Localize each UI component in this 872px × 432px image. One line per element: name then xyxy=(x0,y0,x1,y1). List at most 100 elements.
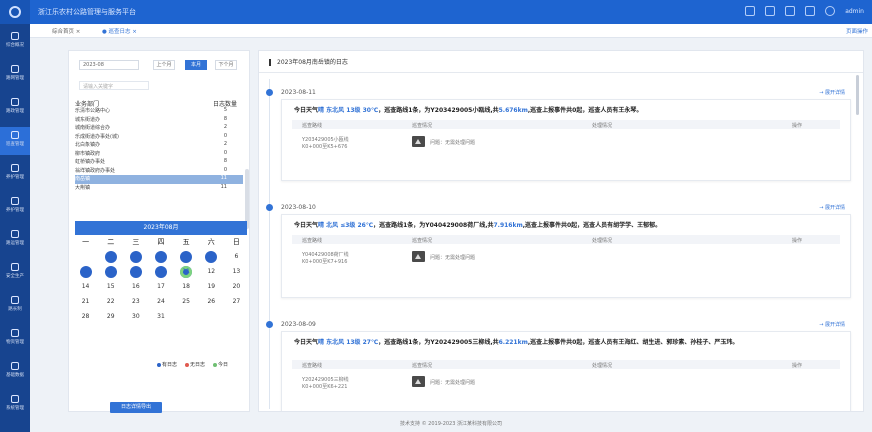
calendar-day[interactable]: 17 xyxy=(155,281,167,293)
sidebar-item-8[interactable]: 路长制 xyxy=(0,292,30,320)
calendar-day[interactable]: 29 xyxy=(105,311,117,323)
dept-name: 城南街道综合办 xyxy=(75,125,111,131)
dept-row[interactable]: 柳市镇政府 0 xyxy=(75,150,243,159)
sidebar-item-10[interactable]: 基础数据 xyxy=(0,358,30,386)
column-header: 巡查路线 xyxy=(302,238,323,244)
calendar-day[interactable]: 3 xyxy=(154,250,167,263)
log-entry: 2023-08-10 → 展开详情 今日天气晴 北风 ≤3级 26℃，巡查路线1条，… xyxy=(265,204,855,302)
calendar-day[interactable]: 11 xyxy=(180,265,193,278)
calendar-day[interactable]: 2 xyxy=(129,250,142,263)
calendar-day[interactable]: 8 xyxy=(104,265,117,278)
calendar-day[interactable]: 20 xyxy=(230,281,242,293)
sidebar-item-label: 基础数据 xyxy=(6,373,24,378)
photo-thumbnail-icon[interactable] xyxy=(412,136,425,147)
calendar-day[interactable]: 21 xyxy=(80,296,92,308)
sidebar-item-5[interactable]: 养护管理 xyxy=(0,193,30,221)
dept-name: 南岳镇 xyxy=(75,176,91,182)
dept-row[interactable]: 南岳镇 11 xyxy=(75,175,243,184)
notification-icon[interactable] xyxy=(765,6,776,16)
sidebar-item-7[interactable]: 安全生产 xyxy=(0,259,30,287)
expand-link[interactable]: → 展开详情 xyxy=(819,204,845,211)
calendar-day[interactable]: 1 xyxy=(104,250,117,263)
tab-home[interactable]: 综合首页 × xyxy=(52,27,80,35)
dept-row[interactable]: 城南街道综合办 2 xyxy=(75,124,243,133)
sidebar-item-4[interactable]: 养护管理 xyxy=(0,160,30,188)
user-name[interactable]: admin xyxy=(845,8,864,15)
calendar-day[interactable]: 4 xyxy=(180,250,193,263)
calendar-day[interactable]: 15 xyxy=(105,281,117,293)
dept-list-scrollbar[interactable] xyxy=(245,169,249,229)
calendar-day[interactable]: 12 xyxy=(205,266,217,278)
prev-month-button[interactable]: 上个月 xyxy=(153,60,175,70)
dept-row[interactable]: 大荆镇 11 xyxy=(75,184,243,193)
column-header: 巡查路线 xyxy=(302,123,323,129)
dept-name: 虹桥镇办事处 xyxy=(75,159,106,165)
log-entry: 2023-08-11 → 展开详情 今日天气晴 东北风 13级 30℃，巡查路线1条… xyxy=(265,89,855,185)
sidebar-item-label: 路长制 xyxy=(8,307,22,312)
log-table-row: Y040429008荷厂线 K0+000至K7+916 问题：无需处理问题 xyxy=(292,251,840,267)
message-icon[interactable] xyxy=(745,6,756,16)
calendar-day[interactable]: 19 xyxy=(205,281,217,293)
calendar-day[interactable]: 30 xyxy=(130,311,142,323)
export-detail-button[interactable]: 日志详情导出 xyxy=(110,402,162,413)
route-range: K0+000至K7+916 xyxy=(302,259,348,265)
dept-row[interactable]: 翁垟镇政府办事处 0 xyxy=(75,167,243,176)
calendar-day[interactable]: 23 xyxy=(130,296,142,308)
photo-thumbnail-icon[interactable] xyxy=(412,376,425,387)
sidebar-item-2[interactable]: 路政管理 xyxy=(0,94,30,122)
sidebar-item-9[interactable]: 物资管理 xyxy=(0,325,30,353)
calendar-day[interactable]: 25 xyxy=(180,296,192,308)
calendar-day[interactable]: 18 xyxy=(180,281,192,293)
sidebar-item-11[interactable]: 系统管理 xyxy=(0,391,30,419)
calendar-day[interactable]: 31 xyxy=(155,311,167,323)
avatar-icon[interactable] xyxy=(825,6,836,16)
expand-link[interactable]: → 展开详情 xyxy=(819,321,845,328)
dept-row[interactable]: 乐清市公路中心 5 xyxy=(75,107,243,116)
dept-row[interactable]: 北白象镇办 2 xyxy=(75,141,243,150)
dept-row[interactable]: 虹桥镇办事处 8 xyxy=(75,158,243,167)
next-month-button[interactable]: 下个月 xyxy=(215,60,237,70)
search-input[interactable]: 请输入关键字 xyxy=(79,81,149,90)
dept-name: 柳市镇政府 xyxy=(75,150,101,157)
sidebar-item-3[interactable]: 巡查管理 xyxy=(0,127,30,155)
log-table-header: 巡查路线 巡查情况 处理情况 操作 xyxy=(292,235,840,244)
page-actions-link[interactable]: 页面操作 xyxy=(846,27,868,35)
month-picker[interactable]: 2023-08 xyxy=(79,60,139,70)
summary-highlight: 7.916km xyxy=(493,222,523,229)
photo-thumbnail-icon[interactable] xyxy=(412,251,425,262)
calendar-day[interactable]: 24 xyxy=(155,296,167,308)
dept-row[interactable]: 城东街道办 8 xyxy=(75,116,243,125)
legend-dot-icon xyxy=(157,362,161,367)
fullscreen-icon[interactable] xyxy=(785,6,796,16)
dept-row[interactable]: 乐成街道办事处(城) 0 xyxy=(75,133,243,142)
sidebar-item-6[interactable]: 路运管理 xyxy=(0,226,30,254)
expand-link[interactable]: → 展开详情 xyxy=(819,89,845,96)
box-icon xyxy=(11,329,19,337)
tab-patrol-log[interactable]: ● 巡查日志 × xyxy=(102,27,137,35)
log-card: 今日天气晴 北风 ≤3级 26℃，巡查路线1条，为Y040429008荷厂线,共… xyxy=(281,214,851,298)
calendar-day[interactable]: 5 xyxy=(205,250,218,263)
calendar-day[interactable]: 28 xyxy=(80,311,92,323)
sidebar-item-label: 养护管理 xyxy=(6,175,24,180)
calendar-day[interactable]: 26 xyxy=(205,296,217,308)
sidebar-item-1[interactable]: 路网管理 xyxy=(0,61,30,89)
calendar-day[interactable]: 13 xyxy=(230,266,242,278)
calendar-day[interactable]: 14 xyxy=(80,281,92,293)
calendar: 2023年08月 一二三四五六日 1 2 3 4 5 6 7 8 9 10 11 12 13 14 15 16… xyxy=(73,221,249,371)
calendar-day[interactable]: 22 xyxy=(105,296,117,308)
patrol-status: 问题：无需处理问题 xyxy=(430,140,476,146)
calendar-day[interactable]: 6 xyxy=(230,251,242,263)
sidebar-item-0[interactable]: 综合概况 xyxy=(0,28,30,56)
summary-text: 今日天气 xyxy=(294,107,319,114)
calendar-day[interactable]: 9 xyxy=(129,265,142,278)
close-icon[interactable] xyxy=(805,6,816,16)
calendar-header[interactable]: 2023年08月 xyxy=(75,221,247,235)
legend-dot-icon xyxy=(185,362,190,367)
calendar-day[interactable]: 27 xyxy=(230,296,242,308)
calendar-day[interactable]: 7 xyxy=(79,265,92,278)
this-month-button[interactable]: 本月 xyxy=(185,60,207,70)
calendar-day[interactable]: 10 xyxy=(154,265,167,278)
calendar-day[interactable]: 16 xyxy=(130,281,142,293)
logo-icon[interactable] xyxy=(0,0,30,24)
log-scrollbar[interactable] xyxy=(856,75,859,115)
